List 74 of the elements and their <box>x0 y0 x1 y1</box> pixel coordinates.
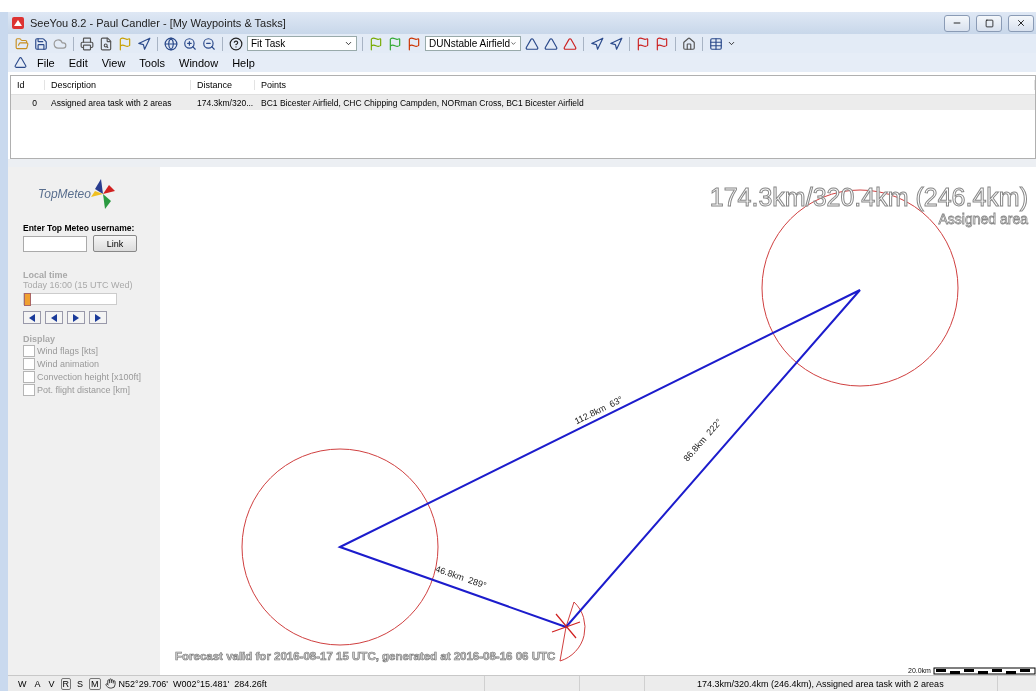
time-text: Today 16:00 (15 UTC Wed) <box>23 280 134 290</box>
column-header[interactable]: Points <box>255 80 1035 90</box>
home-icon[interactable] <box>681 35 697 52</box>
table-cell-text: Assigned area task with 2 areas <box>50 97 173 108</box>
right-arrow-icon <box>72 313 80 322</box>
back-button[interactable] <box>45 311 63 324</box>
back-button[interactable] <box>23 311 41 324</box>
left-arrow-icon <box>28 313 36 322</box>
flag-icon[interactable] <box>406 35 422 52</box>
time-slider[interactable] <box>23 293 117 305</box>
table-cell-text: 174.3km/320... <box>196 97 255 108</box>
close-button[interactable] <box>1008 14 1034 32</box>
pinwheel-icon <box>90 179 115 209</box>
menu-item[interactable]: View <box>96 56 131 69</box>
table-cell-text: BC1 Bicester Airfield, CHC Chipping Campden, NORman Cross, BC1 Bicester Airfield <box>260 97 585 108</box>
triangle-icon <box>12 54 28 71</box>
triangle-icon[interactable] <box>543 35 559 52</box>
help-icon[interactable] <box>228 35 244 52</box>
waypoint-select[interactable]: DUNstable Airfield <box>425 36 521 51</box>
table-icon[interactable] <box>708 35 724 52</box>
table-row[interactable]: 0 Assigned area task with 2 areas 174.3km/320... BC1 Bicester Airfield, CHC Chipping Campden, NORman Cross, BC1 Bicester Airfield <box>11 95 1035 110</box>
close-icon <box>1016 18 1026 28</box>
menu-item[interactable]: Tools <box>134 56 171 69</box>
printer-icon[interactable] <box>79 35 95 52</box>
menu-item[interactable]: Help <box>227 56 260 69</box>
leg-label: 46.8km 289° <box>434 563 488 591</box>
save-icon[interactable] <box>33 35 49 52</box>
status-toggle[interactable]: A <box>32 677 43 690</box>
username-label: Enter Top Meteo username: <box>23 223 136 233</box>
task-type: Assigned area <box>938 211 1028 227</box>
finish-sector <box>559 601 586 662</box>
window-title: SeeYou 8.2 - Paul Candler - [My Waypoints & Tasks] <box>30 17 287 29</box>
column-header[interactable]: Description <box>45 80 191 90</box>
flag-icon[interactable] <box>654 35 670 52</box>
status-message: 174.3km/320.4km (246.4km), Assigned area task with 2 areas <box>697 678 944 689</box>
menu-item[interactable]: Window <box>174 56 224 69</box>
zoom-in-icon[interactable] <box>182 35 198 52</box>
cursor-position: N52°29.706' W002°15.481' 284.26ft <box>118 678 267 689</box>
minimize-button[interactable] <box>944 14 970 32</box>
menu-item[interactable]: Edit <box>63 56 93 69</box>
status-toggle[interactable]: S <box>75 677 86 690</box>
left-arrow-icon <box>50 313 58 322</box>
column-header[interactable]: Id <box>11 80 45 90</box>
forward-button[interactable] <box>89 311 107 324</box>
task-select[interactable]: Fit Task <box>247 36 357 51</box>
flag-icon[interactable] <box>635 35 651 52</box>
checkbox-label: Pot. flight distance [km] <box>37 385 131 395</box>
cross-mark <box>551 613 581 639</box>
forecast-text: Forecast valid for 2016-08-17 15 UTC, generated at 2016-08-16 06 UTC <box>175 650 556 662</box>
print-preview-icon[interactable] <box>98 35 114 52</box>
status-toggle[interactable]: R <box>60 677 72 690</box>
status-toggle[interactable]: W <box>16 677 29 690</box>
menu-item[interactable]: File <box>32 56 60 69</box>
checkbox-label: Wind animation <box>37 359 100 369</box>
hand-icon <box>102 675 119 691</box>
status-toggle[interactable]: M <box>89 677 101 690</box>
section-label: Local time <box>23 270 69 280</box>
checkbox-label: Wind flags [kts] <box>37 346 99 356</box>
forward-button[interactable] <box>67 311 85 324</box>
app-icon <box>10 15 26 31</box>
logo-text: TopMeteo <box>38 187 91 201</box>
column-header[interactable]: Distance <box>191 80 255 90</box>
maximize-icon <box>984 18 994 28</box>
triangle-icon[interactable] <box>562 35 578 52</box>
maximize-button[interactable] <box>976 14 1002 32</box>
triangle-icon[interactable] <box>524 35 540 52</box>
checkbox-label: Convection height [x100ft] <box>37 372 142 382</box>
section-label: Display <box>23 334 56 344</box>
right-arrow-icon <box>94 313 102 322</box>
status-toggle[interactable]: V <box>46 677 57 690</box>
globe-icon[interactable] <box>163 35 179 52</box>
username-field[interactable] <box>23 235 87 252</box>
zoom-out-icon[interactable] <box>201 35 217 52</box>
table-cell-text: 0 <box>31 97 38 108</box>
